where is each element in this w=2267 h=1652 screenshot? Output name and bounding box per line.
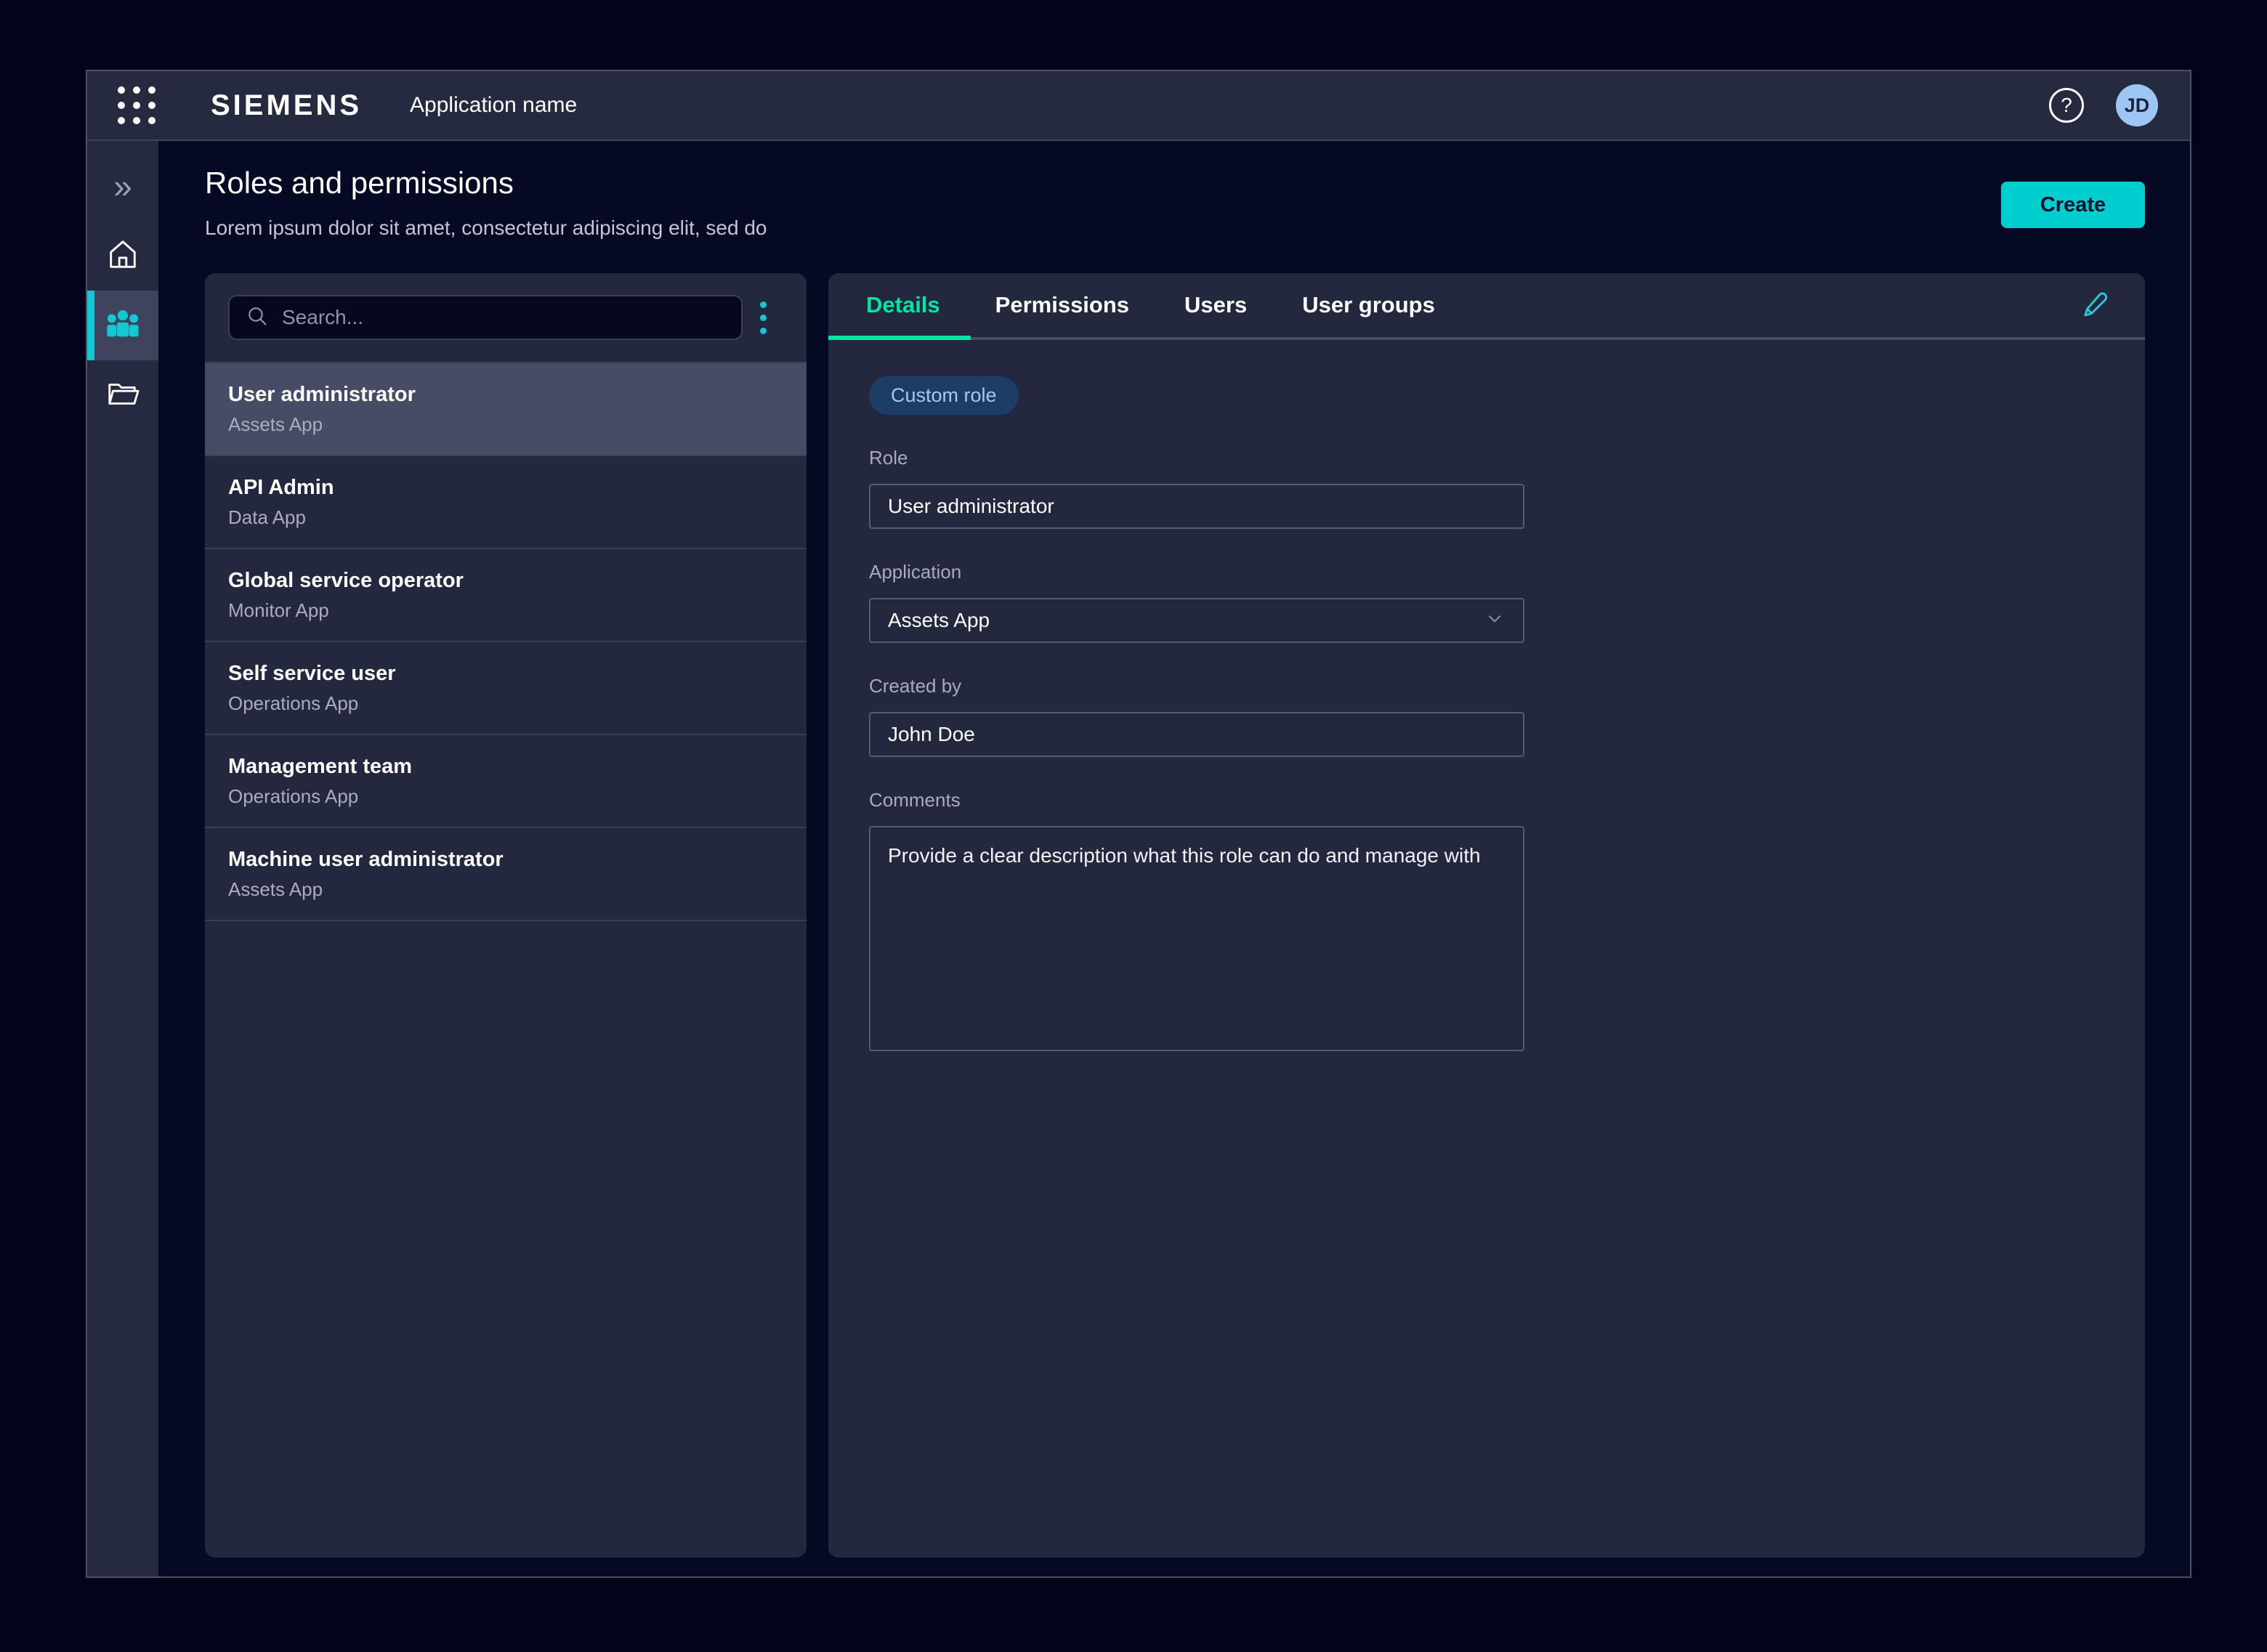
role-item-name: API Admin [228,476,783,500]
sidebar-item-home[interactable] [87,221,158,291]
role-item-name: Self service user [228,662,783,686]
main-area: Roles and permissions Lorem ipsum dolor … [158,141,2190,1576]
search-row [205,273,807,363]
role-details-panel: Details Permissions Users User groups [828,273,2145,1558]
custom-role-badge: Custom role [869,376,1019,415]
created-by-field-label: Created by [869,675,2145,697]
tab-permissions[interactable]: Permissions [995,292,1129,318]
role-item-app: Data App [228,506,783,529]
tab-user-groups[interactable]: User groups [1302,292,1435,318]
role-item-name: Management team [228,755,783,779]
sidebar-collapse-toggle[interactable]: » [87,151,158,221]
role-field-label: Role [869,447,2145,469]
home-icon [106,238,140,275]
folder-icon [106,377,140,414]
comments-textarea[interactable]: Provide a clear description what this ro… [869,826,1524,1051]
users-icon [104,307,142,344]
page-title: Roles and permissions [205,166,2145,201]
role-item-name: Machine user administrator [228,848,783,872]
application-select[interactable]: Assets App [869,598,1524,643]
page-subtitle: Lorem ipsum dolor sit amet, consectetur … [205,216,2145,240]
role-field: Role [869,447,2145,529]
edit-pencil-icon[interactable] [2080,289,2112,323]
search-box[interactable] [228,295,743,340]
role-item-name: User administrator [228,383,783,407]
app-launcher-icon[interactable] [118,86,155,124]
role-item-app: Assets App [228,878,783,901]
double-chevron-right-icon: » [113,169,132,203]
created-by-field: Created by [869,675,2145,757]
role-item-app: Operations App [228,692,783,715]
tab-details[interactable]: Details [866,292,940,318]
application-select-value: Assets App [888,609,990,632]
search-icon [246,304,269,331]
application-name: Application name [410,93,577,118]
sidebar-item-users[interactable] [87,291,158,360]
active-tab-underline [828,336,971,340]
role-list-item[interactable]: Global service operator Monitor App [205,549,807,642]
role-item-app: Monitor App [228,599,783,622]
siemens-logo: SIEMENS [211,89,362,122]
tabs-row: Details Permissions Users User groups [828,273,2145,340]
role-input[interactable] [869,484,1524,529]
help-icon[interactable]: ? [2049,88,2084,123]
role-item-app: Operations App [228,785,783,808]
application-field-label: Application [869,561,2145,583]
role-list-item[interactable]: Self service user Operations App [205,642,807,735]
tab-users[interactable]: Users [1184,292,1247,318]
created-by-input[interactable] [869,712,1524,757]
role-item-name: Global service operator [228,569,783,593]
comments-field: Comments Provide a clear description wha… [869,789,2145,1051]
sidebar-item-files[interactable] [87,360,158,430]
roles-list-panel: User administrator Assets App API Admin … [205,273,807,1558]
role-list-item[interactable]: API Admin Data App [205,456,807,549]
avatar[interactable]: JD [2116,84,2158,126]
left-rail: » [87,141,158,1576]
search-input[interactable] [282,306,725,329]
chevron-down-icon [1484,607,1506,634]
details-content: Custom role Role Application Assets App [828,340,2145,1051]
role-list-item[interactable]: User administrator Assets App [205,363,807,456]
role-list-item[interactable]: Management team Operations App [205,735,807,828]
top-bar: SIEMENS Application name ? JD [87,71,2190,141]
application-field: Application Assets App [869,561,2145,643]
app-window: SIEMENS Application name ? JD » [86,70,2191,1578]
create-button[interactable]: Create [2001,182,2145,228]
kebab-menu-icon[interactable] [743,295,783,340]
page-header: Roles and permissions Lorem ipsum dolor … [205,166,2145,240]
role-item-app: Assets App [228,413,783,436]
comments-field-label: Comments [869,789,2145,811]
role-list-item[interactable]: Machine user administrator Assets App [205,828,807,921]
